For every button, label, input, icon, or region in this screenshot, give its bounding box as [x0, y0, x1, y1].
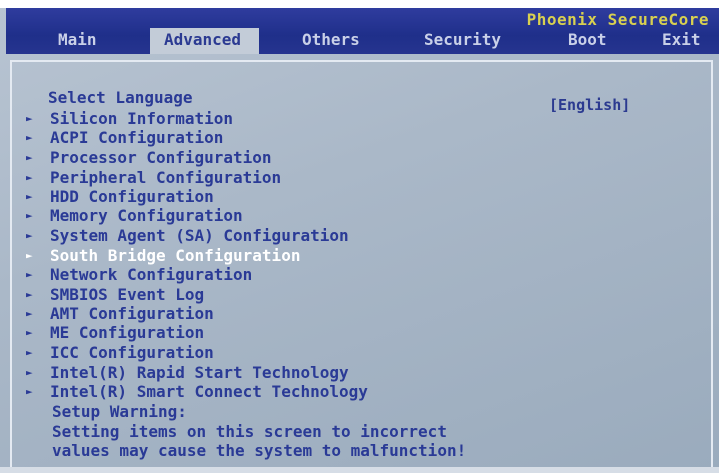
setup-warning-title: Setup Warning: [52, 402, 187, 421]
menu-item-label: South Bridge Configuration [50, 246, 301, 265]
menu-item-label: Peripheral Configuration [50, 168, 282, 187]
arrow-icon: ► [26, 326, 33, 339]
menu-item-label: HDD Configuration [50, 187, 214, 206]
menu-item-me-configuration[interactable]: ► ME Configuration [26, 323, 204, 342]
menu-item-smbios-event-log[interactable]: ► SMBIOS Event Log [26, 285, 204, 304]
arrow-icon: ► [26, 307, 33, 320]
menu-item-label: Silicon Information [50, 109, 234, 128]
menu-item-hdd-configuration[interactable]: ► HDD Configuration [26, 187, 214, 206]
arrow-icon: ► [26, 112, 33, 125]
arrow-icon: ► [26, 229, 33, 242]
top-strip [0, 0, 719, 8]
menu-item-label: Memory Configuration [50, 206, 243, 225]
menu-item-label: ICC Configuration [50, 343, 214, 362]
menu-item-network-configuration[interactable]: ► Network Configuration [26, 265, 252, 284]
menu-item-smart-connect-technology[interactable]: ► Intel(R) Smart Connect Technology [26, 382, 368, 401]
menu-item-peripheral-configuration[interactable]: ► Peripheral Configuration [26, 168, 281, 187]
menu-item-label: Network Configuration [50, 265, 253, 284]
tab-exit[interactable]: Exit [662, 30, 701, 49]
arrow-icon: ► [26, 249, 33, 262]
arrow-icon: ► [26, 209, 33, 222]
menu-item-silicon-information[interactable]: ► Silicon Information [26, 109, 233, 128]
menu-item-rapid-start-technology[interactable]: ► Intel(R) Rapid Start Technology [26, 363, 349, 382]
arrow-icon: ► [26, 131, 33, 144]
menu-item-icc-configuration[interactable]: ► ICC Configuration [26, 343, 214, 362]
menubar: Phoenix SecureCore Main Advanced Others … [6, 8, 719, 54]
arrow-icon: ► [26, 190, 33, 203]
setup-warning-line-1: Setting items on this screen to incorrec… [52, 422, 447, 441]
menu-item-label: AMT Configuration [50, 304, 214, 323]
menu-item-memory-configuration[interactable]: ► Memory Configuration [26, 206, 243, 225]
menu-item-acpi-configuration[interactable]: ► ACPI Configuration [26, 128, 223, 147]
tab-others[interactable]: Others [302, 30, 360, 49]
menu-item-label: SMBIOS Event Log [50, 285, 205, 304]
arrow-icon: ► [26, 268, 33, 281]
select-language-label[interactable]: Select Language [48, 88, 193, 107]
tab-security[interactable]: Security [424, 30, 501, 49]
menu-item-label: ACPI Configuration [50, 128, 224, 147]
arrow-icon: ► [26, 346, 33, 359]
arrow-icon: ► [26, 171, 33, 184]
bottom-strip [0, 467, 719, 473]
menu-item-amt-configuration[interactable]: ► AMT Configuration [26, 304, 214, 323]
select-language-value[interactable]: [English] [549, 96, 630, 114]
menu-item-south-bridge-configuration[interactable]: ► South Bridge Configuration [26, 246, 300, 265]
vendor-title: Phoenix SecureCore [526, 10, 709, 29]
menu-item-label: System Agent (SA) Configuration [50, 226, 349, 245]
menu-item-label: Intel(R) Rapid Start Technology [50, 363, 349, 382]
menu-item-label: ME Configuration [50, 323, 205, 342]
setup-warning-line-2: values may cause the system to malfuncti… [52, 441, 467, 460]
arrow-icon: ► [26, 385, 33, 398]
menu-item-label: Processor Configuration [50, 148, 272, 167]
arrow-icon: ► [26, 366, 33, 379]
arrow-icon: ► [26, 288, 33, 301]
menu-item-system-agent-configuration[interactable]: ► System Agent (SA) Configuration [26, 226, 349, 245]
tab-advanced[interactable]: Advanced [150, 28, 260, 54]
tab-boot[interactable]: Boot [568, 30, 607, 49]
menu-item-processor-configuration[interactable]: ► Processor Configuration [26, 148, 272, 167]
arrow-icon: ► [26, 151, 33, 164]
bios-screen: Phoenix SecureCore Main Advanced Others … [0, 0, 719, 473]
menu-item-label: Intel(R) Smart Connect Technology [50, 382, 368, 401]
tab-main[interactable]: Main [58, 30, 97, 49]
